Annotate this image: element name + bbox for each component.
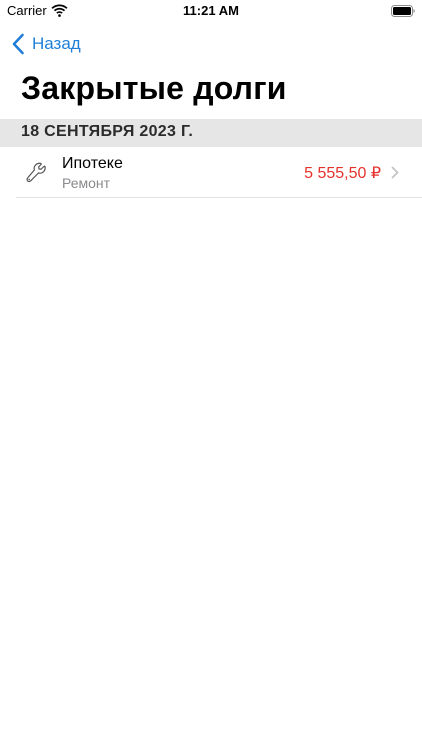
- status-bar: Carrier 11:21 AM: [0, 0, 422, 24]
- back-button[interactable]: Назад: [11, 32, 81, 56]
- row-title: Ипотеке: [62, 155, 123, 172]
- back-button-label: Назад: [32, 34, 81, 53]
- battery-full-icon: [391, 5, 415, 17]
- row-separator: [16, 197, 422, 198]
- row-amount: 5 555,50 ₽: [304, 165, 381, 182]
- clock-time: 11:21 AM: [183, 3, 239, 18]
- debt-list-row[interactable]: Ипотеке Ремонт 5 555,50 ₽: [0, 147, 422, 197]
- page-title: Закрытые долги: [21, 70, 287, 106]
- section-header: 18 СЕНТЯБРЯ 2023 Г.: [0, 119, 422, 147]
- chevron-right-icon: [391, 166, 399, 179]
- section-header-date: 18 СЕНТЯБРЯ 2023 Г.: [21, 123, 194, 140]
- row-category: Ремонт: [62, 175, 111, 191]
- chevron-left-icon: [12, 33, 24, 55]
- wrench-icon: [26, 162, 46, 183]
